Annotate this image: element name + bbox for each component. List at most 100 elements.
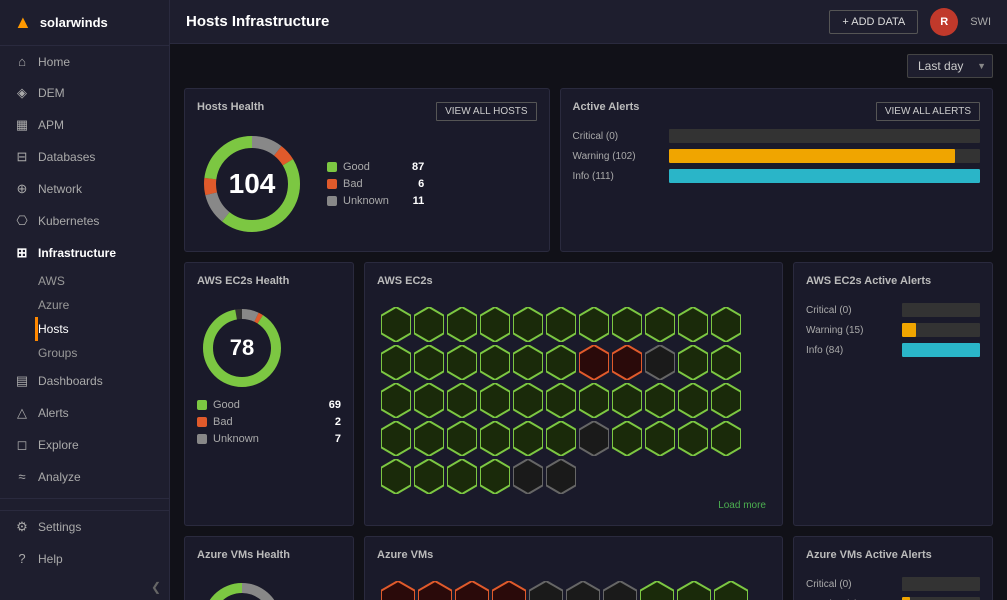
nav-divider: [0, 498, 169, 499]
sidebar-label-home: Home: [38, 55, 70, 69]
hex-shape: [645, 345, 675, 380]
view-all-alerts-button[interactable]: VIEW ALL ALERTS: [876, 102, 980, 121]
hex-shape: [612, 383, 642, 418]
kubernetes-icon: ⎔: [14, 213, 30, 229]
hosts-total: 104: [229, 168, 276, 200]
sidebar-label-explore: Explore: [38, 438, 79, 452]
sidebar-item-home[interactable]: ⌂Home: [0, 46, 169, 77]
hex-shape: [414, 421, 444, 456]
sidebar-item-alerts[interactable]: △Alerts: [0, 397, 169, 429]
aws-alerts-card: AWS EC2s Active Alerts Critical (0) Warn…: [793, 262, 993, 526]
user-name: SWI: [970, 16, 991, 28]
bad-dot: [327, 179, 337, 189]
add-data-button[interactable]: + ADD DATA: [829, 10, 918, 34]
alert-bar-bg: [902, 343, 980, 357]
hex-shape: [711, 383, 741, 418]
content-area: Last day Hosts Health VIEW ALL HOSTS: [170, 44, 1007, 600]
sidebar-item-infrastructure[interactable]: ⊞Infrastructure: [0, 237, 169, 269]
help-icon: ?: [14, 551, 30, 566]
hosts-donut: 104: [197, 129, 307, 239]
alert-label: Info (84): [806, 345, 896, 356]
aws-legend-bad: Bad 2: [197, 416, 341, 428]
row-2: AWS EC2s Health 78: [184, 262, 993, 526]
sidebar-sub-item-groups[interactable]: Groups: [38, 341, 169, 365]
hex-shape: [513, 383, 543, 418]
time-select[interactable]: Last day: [907, 54, 993, 78]
sidebar-sub-item-azure[interactable]: Azure: [38, 293, 169, 317]
alert-label: Info (111): [573, 171, 663, 182]
alert-bar-row: Critical (0): [573, 129, 980, 143]
sidebar-item-apm[interactable]: ▦ APM: [0, 109, 169, 141]
hex-shape: [711, 307, 741, 342]
sidebar-item-dem[interactable]: ◈DEM: [0, 77, 169, 109]
apm-icon: ▦: [14, 117, 30, 133]
aws-legend-unknown: Unknown 7: [197, 433, 341, 445]
hex-shape: [480, 459, 510, 494]
aws-hex-grid: [377, 303, 770, 498]
alert-bar-bg: [669, 169, 980, 183]
hosts-legend: Good 87 Bad 6 Unknown 11: [327, 161, 424, 207]
aws-donut: 78: [197, 303, 287, 393]
hex-shape: [677, 581, 711, 600]
topbar: Hosts Infrastructure + ADD DATA R SWI: [170, 0, 1007, 44]
alerts-bars: Critical (0) Warning (102) Info (111): [573, 129, 980, 183]
azure-hex-grid: [377, 577, 770, 600]
hex-shape: [447, 345, 477, 380]
view-all-hosts-button[interactable]: VIEW ALL HOSTS: [436, 102, 536, 121]
row-3: Azure VMs Health 10: [184, 536, 993, 600]
sidebar-sub-item-hosts[interactable]: Hosts: [35, 317, 169, 341]
hex-shape: [414, 307, 444, 342]
alert-bar-bg: [902, 577, 980, 591]
sidebar-label-databases: Databases: [38, 150, 95, 164]
legend-bad: Bad 6: [327, 178, 424, 190]
sidebar-item-analyze[interactable]: ≈Analyze: [0, 461, 169, 492]
azure-health-body: 10: [197, 577, 341, 600]
hex-shape: [447, 421, 477, 456]
collapse-icon: ❮: [151, 580, 161, 594]
collapse-button[interactable]: ❮: [0, 574, 169, 600]
hex-shape: [381, 345, 411, 380]
hex-shape: [381, 581, 415, 600]
hex-shape: [645, 383, 675, 418]
load-more-button[interactable]: Load more: [377, 498, 770, 513]
sidebar-item-explore[interactable]: ◻ Explore: [0, 429, 169, 461]
aws-alerts-title: AWS EC2s Active Alerts: [806, 275, 931, 287]
hex-shape: [711, 345, 741, 380]
time-filter-wrap[interactable]: Last day: [907, 54, 993, 78]
sidebar-label-dem: DEM: [38, 86, 65, 100]
sidebar-item-help[interactable]: ? Help: [0, 543, 169, 574]
hex-shape: [480, 345, 510, 380]
aws-alerts-bars: Critical (0) Warning (15) Info (84): [806, 303, 980, 357]
aws-health-title: AWS EC2s Health: [197, 275, 289, 287]
sidebar-item-dashboards[interactable]: ▤Dashboards: [0, 365, 169, 397]
user-initials: R: [940, 16, 948, 28]
sidebar-item-kubernetes[interactable]: ⎔Kubernetes: [0, 205, 169, 237]
alert-bar-row: Critical (0): [806, 577, 980, 591]
sidebar-item-settings[interactable]: ⚙ Settings: [0, 511, 169, 543]
sidebar-item-databases[interactable]: ⊟ Databases: [0, 141, 169, 173]
hex-shape: [678, 421, 708, 456]
hex-shape: [480, 383, 510, 418]
alert-label: Warning (102): [573, 151, 663, 162]
hex-shape: [447, 307, 477, 342]
hex-shape: [579, 383, 609, 418]
explore-icon: ◻: [14, 437, 30, 453]
hex-shape: [414, 459, 444, 494]
sidebar-label-apm: APM: [38, 118, 64, 132]
hosts-health-title: Hosts Health: [197, 101, 264, 113]
sidebar-label-network: Network: [38, 182, 82, 196]
azure-vms-title: Azure VMs: [377, 549, 433, 561]
databases-icon: ⊟: [14, 149, 30, 165]
network-icon: ⊕: [14, 181, 30, 197]
alert-bar-bg: [902, 323, 980, 337]
settings-label: Settings: [38, 520, 81, 534]
hex-shape: [711, 421, 741, 456]
hex-shape: [612, 421, 642, 456]
hex-shape: [513, 345, 543, 380]
hex-shape: [612, 307, 642, 342]
aws-legend: Good 69 Bad 2 Unknown 7: [197, 399, 341, 445]
sidebar-sub-item-aws[interactable]: AWS: [38, 269, 169, 293]
aws-unknown-val: 7: [327, 433, 341, 445]
sidebar-item-network[interactable]: ⊕ Network: [0, 173, 169, 205]
settings-icon: ⚙: [14, 519, 30, 535]
